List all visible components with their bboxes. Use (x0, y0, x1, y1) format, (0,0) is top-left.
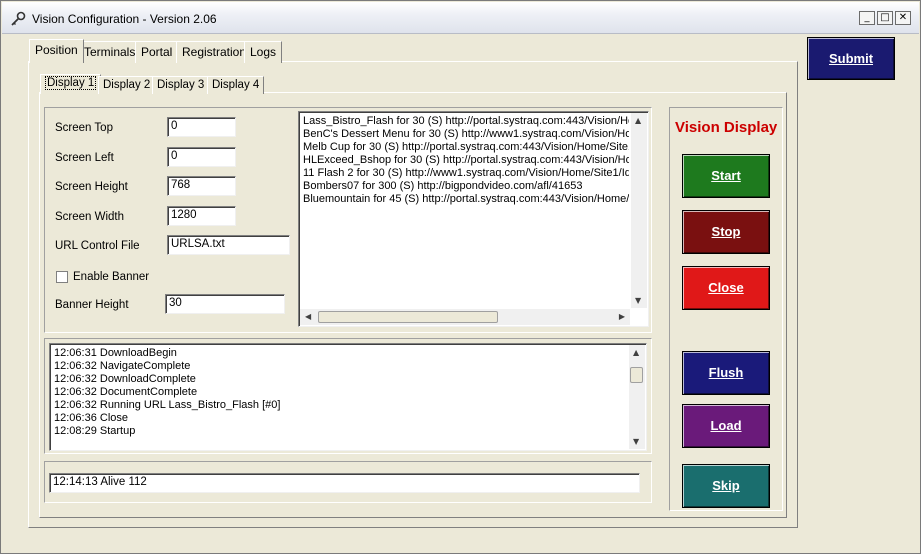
log-line: 12:06:31 DownloadBegin (54, 347, 177, 359)
flush-button[interactable]: Flush (682, 351, 770, 395)
app-window: Vision Configuration - Version 2.06 _ □ … (0, 0, 921, 554)
enable-banner-checkbox[interactable] (56, 271, 68, 283)
screen-width-input[interactable]: 1280 (167, 206, 236, 226)
scroll-left-icon[interactable]: ◀ (305, 312, 311, 321)
banner-height-label: Banner Height (55, 299, 129, 311)
log-line: 12:06:32 NavigateComplete (54, 360, 191, 372)
log-line: 12:06:36 Close (54, 412, 128, 424)
scroll-right-icon[interactable]: ▶ (619, 312, 625, 321)
list-item[interactable]: 11 Flash 2 for 30 (S) http://www1.systra… (303, 167, 629, 180)
load-button[interactable]: Load (682, 404, 770, 448)
banner-height-input[interactable]: 30 (165, 294, 285, 314)
horizontal-scroll-thumb[interactable] (318, 311, 498, 323)
screen-top-input[interactable]: 0 (167, 117, 236, 137)
screen-height-input[interactable]: 768 (167, 176, 236, 196)
stop-button[interactable]: Stop (682, 210, 770, 254)
scroll-down-icon[interactable]: ▼ (633, 437, 639, 446)
screen-height-label: Screen Height (55, 181, 128, 193)
log-vertical-scrollbar[interactable]: ▲ ▼ (629, 345, 645, 449)
log-line: 12:06:32 DownloadComplete (54, 373, 196, 385)
log-line: 12:06:32 DocumentComplete (54, 386, 198, 398)
vertical-scroll-thumb[interactable] (630, 367, 643, 383)
url-listbox[interactable]: Lass_Bistro_Flash for 30 (S) http://port… (298, 111, 649, 327)
url-control-file-input[interactable]: URLSA.txt (167, 235, 290, 255)
enable-banner-label: Enable Banner (73, 271, 150, 283)
scroll-down-icon[interactable]: ▼ (635, 296, 641, 305)
key-icon (11, 11, 26, 26)
close-button[interactable]: Close (682, 266, 770, 310)
tab-registration[interactable]: Registration (176, 41, 253, 63)
skip-button[interactable]: Skip (682, 464, 770, 508)
screen-width-label: Screen Width (55, 211, 125, 223)
tab-portal[interactable]: Portal (135, 41, 179, 63)
screen-top-label: Screen Top (55, 122, 113, 134)
status-field: 12:14:13 Alive 112 (49, 473, 640, 493)
vision-display-heading: Vision Display (675, 119, 778, 136)
list-item[interactable]: Lass_Bistro_Flash for 30 (S) http://port… (303, 115, 629, 128)
list-item[interactable]: Bluemountain for 45 (S) http://portal.sy… (303, 193, 629, 206)
list-item[interactable]: Melb Cup for 30 (S) http://portal.systra… (303, 141, 629, 154)
start-button[interactable]: Start (682, 154, 770, 198)
title-bar[interactable]: Vision Configuration - Version 2.06 _ □ … (2, 2, 919, 34)
tab-terminals[interactable]: Terminals (78, 41, 142, 63)
window-title: Vision Configuration - Version 2.06 (32, 12, 217, 26)
list-item[interactable]: HLExceed_Bshop for 30 (S) http://portal.… (303, 154, 629, 167)
maximize-button[interactable]: □ (877, 11, 893, 25)
log-listbox[interactable]: 12:06:31 DownloadBegin 12:06:32 Navigate… (49, 343, 647, 451)
tab-display-1[interactable]: Display 1 (40, 74, 102, 94)
tab-display-4[interactable]: Display 4 (207, 76, 265, 94)
tab-position[interactable]: Position (29, 39, 84, 63)
url-list-vertical-scrollbar[interactable]: ▲ ▼ (631, 113, 647, 308)
screen-left-label: Screen Left (55, 152, 114, 164)
list-item[interactable]: Bombers07 for 300 (S) http://bigpondvide… (303, 180, 629, 193)
url-list-horizontal-scrollbar[interactable]: ◀ ▶ (300, 309, 630, 325)
url-control-file-label: URL Control File (55, 240, 140, 252)
close-window-button[interactable]: ✕ (895, 11, 911, 25)
minimize-button[interactable]: _ (859, 11, 875, 25)
maximize-icon: □ (880, 12, 890, 23)
url-list: Lass_Bistro_Flash for 30 (S) http://port… (303, 115, 629, 206)
scroll-up-icon[interactable]: ▲ (633, 348, 639, 357)
tab-logs[interactable]: Logs (244, 41, 283, 63)
screen-left-input[interactable]: 0 (167, 147, 236, 167)
tab-display-3[interactable]: Display 3 (152, 76, 210, 94)
close-icon: ✕ (898, 12, 908, 23)
log-line: 12:08:29 Startup (54, 425, 136, 437)
tab-display-2[interactable]: Display 2 (98, 76, 156, 94)
log-list: 12:06:31 DownloadBegin 12:06:32 Navigate… (54, 347, 280, 438)
list-item[interactable]: BenC's Dessert Menu for 30 (S) http://ww… (303, 128, 629, 141)
scroll-up-icon[interactable]: ▲ (635, 116, 641, 125)
submit-button[interactable]: Submit (807, 37, 895, 80)
log-line: 12:06:32 Running URL Lass_Bistro_Flash [… (54, 399, 281, 411)
minimize-icon: _ (864, 12, 870, 23)
